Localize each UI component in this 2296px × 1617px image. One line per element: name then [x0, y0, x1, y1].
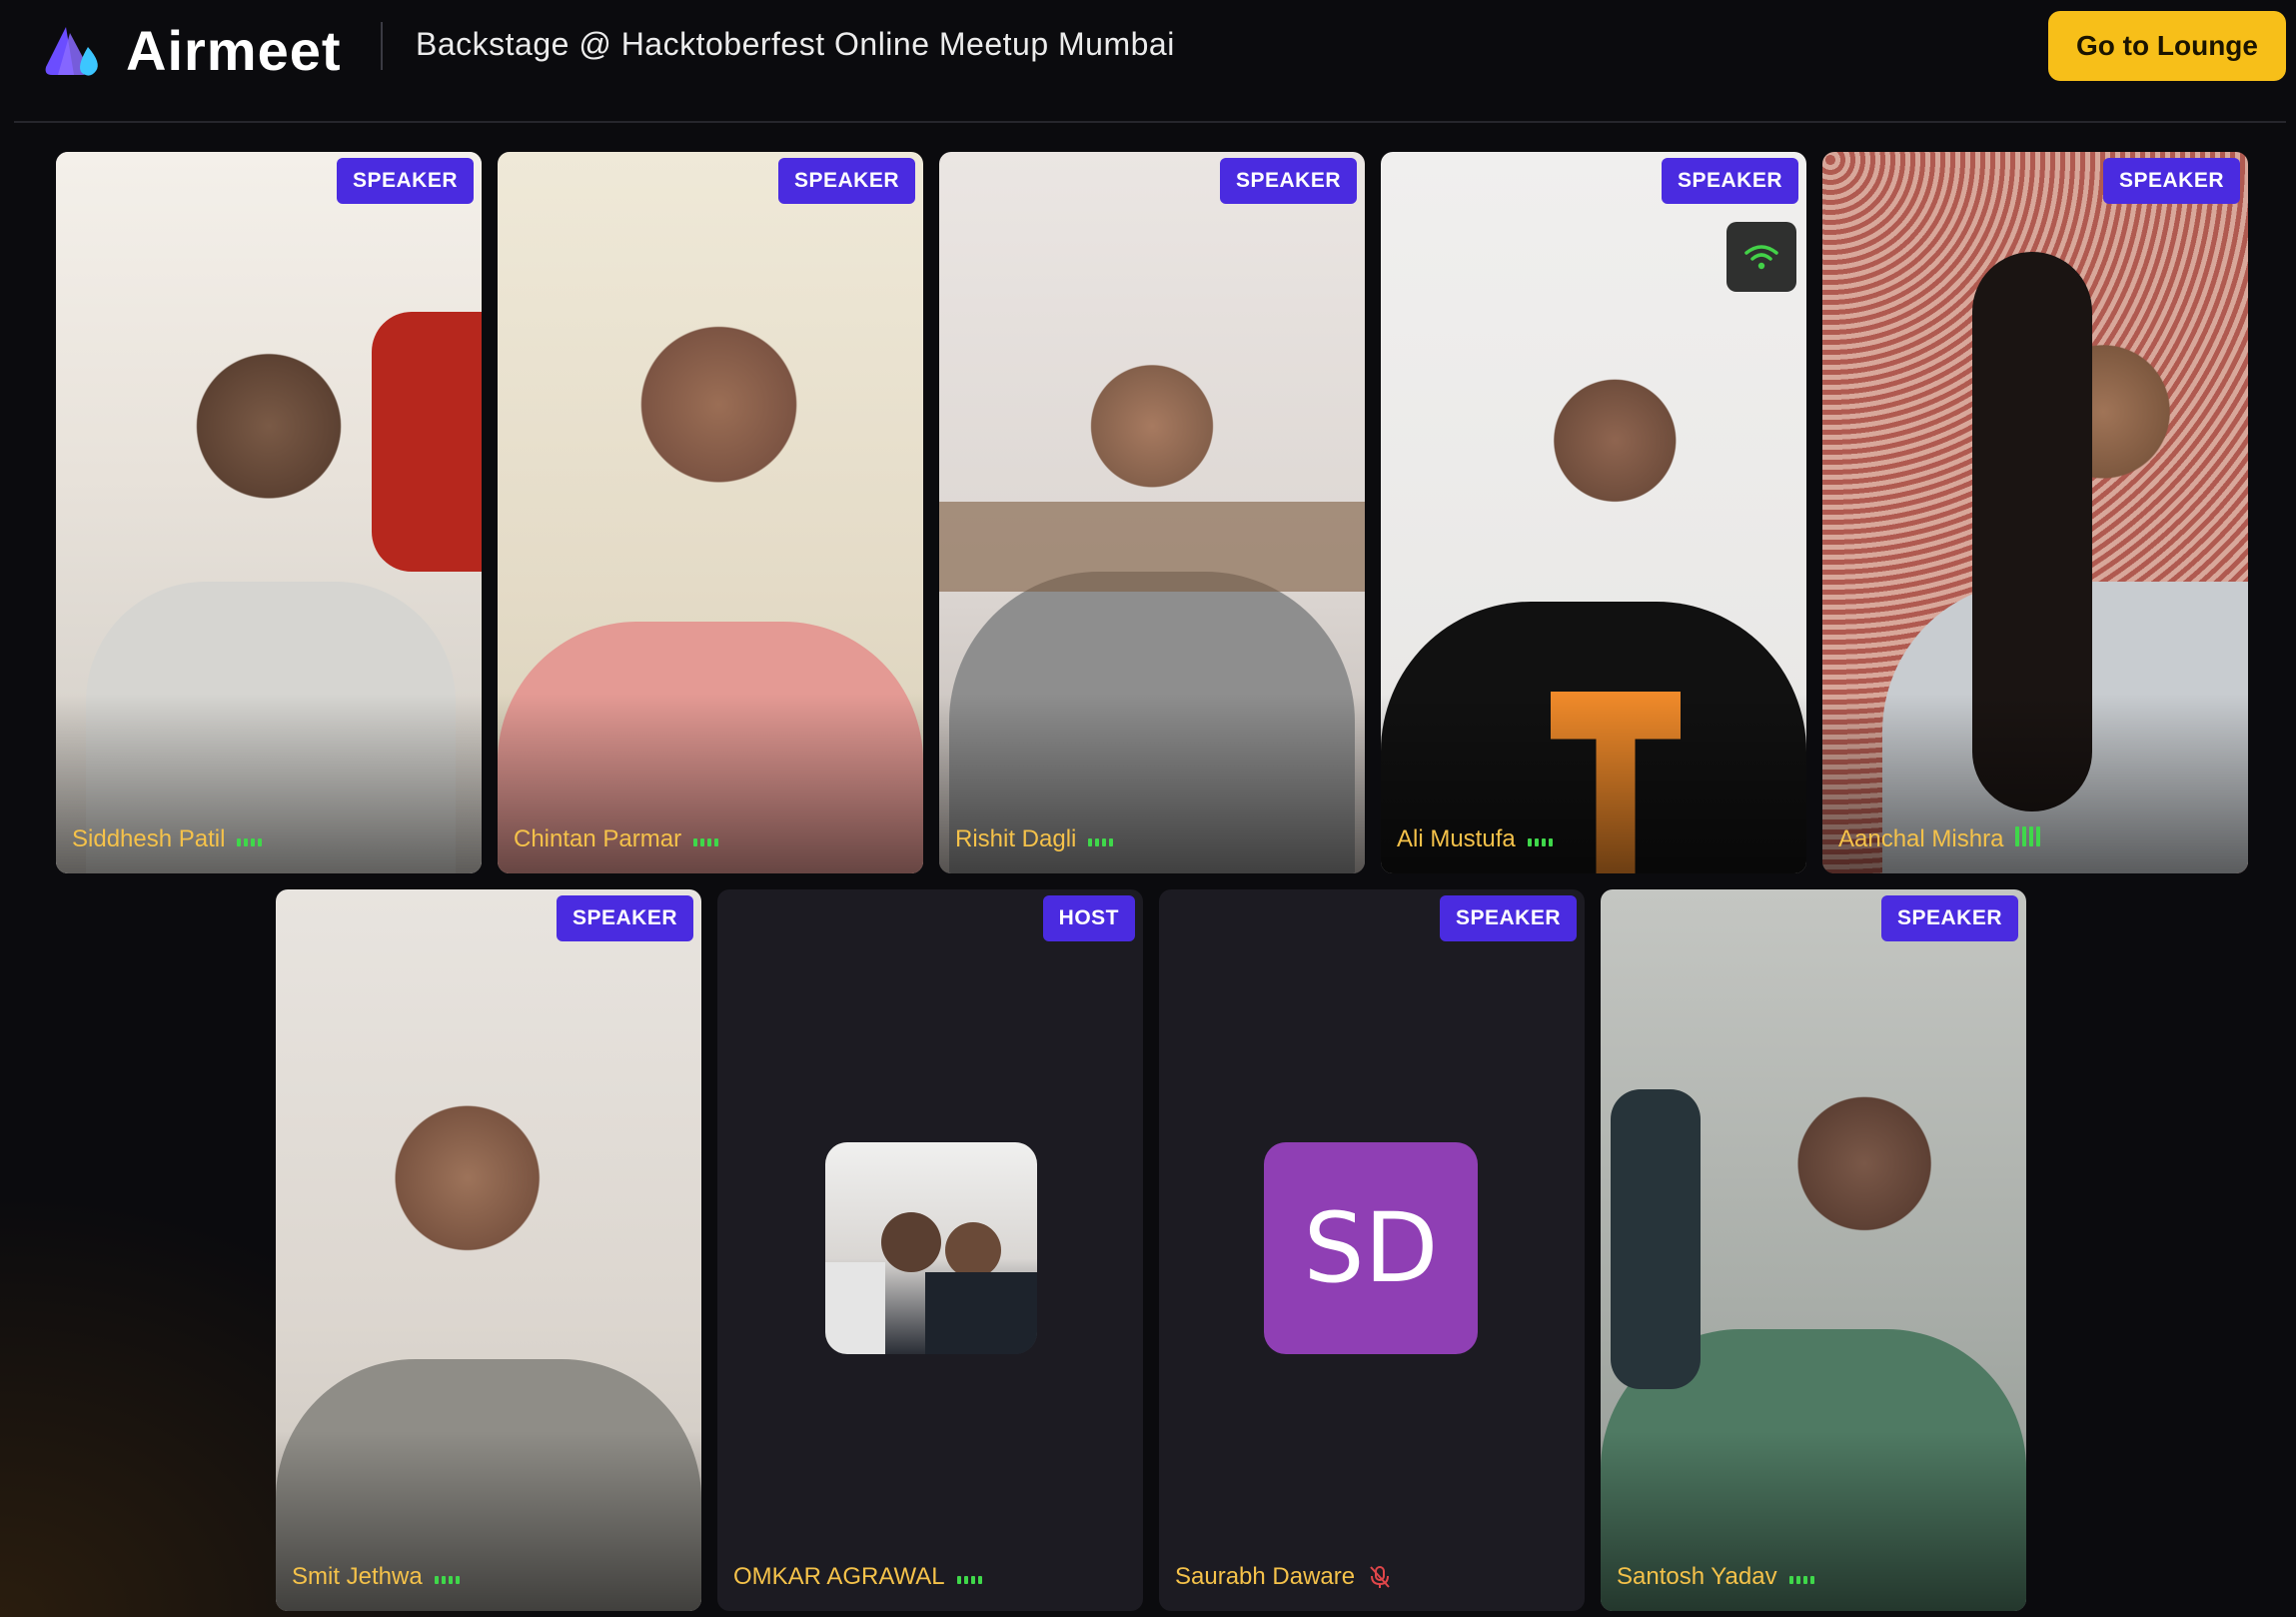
participant-tile[interactable]: SPEAKER Aanchal Mishra	[1822, 152, 2248, 873]
participant-tile[interactable]: SPEAKER Ali Mustufa	[1381, 152, 1806, 873]
participant-tile[interactable]: SPEAKER Siddhesh Patil	[56, 152, 482, 873]
audio-level-icon	[1527, 832, 1553, 846]
participant-tile[interactable]: SPEAKER Chintan Parmar	[498, 152, 923, 873]
participant-tile[interactable]: SD SPEAKER Saurabh Daware	[1159, 889, 1585, 1611]
role-badge: SPEAKER	[1661, 158, 1798, 204]
wifi-icon	[1726, 222, 1796, 292]
top-bar: Airmeet Backstage @ Hacktoberfest Online…	[0, 0, 2296, 120]
audio-level-icon	[693, 832, 719, 846]
participant-name: Siddhesh Patil	[72, 825, 226, 852]
participant-name: OMKAR AGRAWAL	[733, 1563, 945, 1590]
participant-name: Chintan Parmar	[514, 825, 682, 852]
participant-name-row: Aanchal Mishra	[1838, 825, 2041, 853]
participant-tile[interactable]: SPEAKER Rishit Dagli	[939, 152, 1365, 873]
header-divider	[381, 22, 383, 70]
participant-name: Smit Jethwa	[292, 1563, 423, 1590]
role-badge: SPEAKER	[1219, 158, 1357, 204]
participant-name-row: Ali Mustufa	[1397, 825, 1553, 853]
audio-level-icon	[237, 832, 263, 846]
participant-name-row: OMKAR AGRAWAL	[733, 1563, 982, 1591]
video-feed	[498, 152, 923, 873]
video-feed	[1822, 152, 2248, 873]
role-badge: SPEAKER	[777, 158, 915, 204]
audio-level-icon	[1088, 832, 1114, 846]
video-feed	[939, 152, 1365, 873]
participant-name-row: Siddhesh Patil	[72, 825, 263, 853]
video-feed	[276, 889, 701, 1611]
event-title: Backstage @ Hacktoberfest Online Meetup …	[416, 26, 1175, 62]
mic-muted-icon	[1370, 1566, 1390, 1588]
role-badge: SPEAKER	[1880, 895, 2018, 941]
role-badge: SPEAKER	[1439, 895, 1577, 941]
participant-name-row: Smit Jethwa	[292, 1563, 460, 1591]
participant-name-row: Saurabh Daware	[1175, 1563, 1393, 1591]
participant-name: Saurabh Daware	[1175, 1563, 1356, 1590]
participant-tile[interactable]: HOST OMKAR AGRAWAL	[717, 889, 1143, 1611]
participant-name-row: Chintan Parmar	[514, 825, 719, 853]
participant-name: Ali Mustufa	[1397, 825, 1516, 852]
participant-tile[interactable]: SPEAKER Smit Jethwa	[276, 889, 701, 1611]
airmeet-logo-icon	[45, 26, 98, 76]
go-to-lounge-button[interactable]: Go to Lounge	[2048, 11, 2286, 81]
role-badge: SPEAKER	[556, 895, 693, 941]
avatar-initials: SD	[1264, 1142, 1478, 1354]
audio-level-icon	[956, 1570, 982, 1584]
header-rule	[14, 121, 2286, 123]
video-feed	[56, 152, 482, 873]
video-feed	[1601, 889, 2026, 1611]
role-badge: SPEAKER	[336, 158, 474, 204]
airmeet-logo[interactable]: Airmeet	[44, 18, 342, 83]
profile-photo	[825, 1142, 1037, 1354]
app-name: Airmeet	[126, 19, 342, 82]
audio-level-icon	[434, 1570, 460, 1584]
participant-name: Aanchal Mishra	[1838, 825, 2004, 852]
participant-name-row: Rishit Dagli	[955, 825, 1114, 853]
participant-tile[interactable]: SPEAKER Santosh Yadav	[1601, 889, 2026, 1611]
role-badge: HOST	[1042, 895, 1135, 941]
participant-name: Rishit Dagli	[955, 825, 1077, 852]
role-badge: SPEAKER	[2102, 158, 2240, 204]
participant-name-row: Santosh Yadav	[1617, 1563, 1814, 1591]
audio-level-icon	[2015, 826, 2041, 846]
audio-level-icon	[1788, 1570, 1814, 1584]
participant-name: Santosh Yadav	[1617, 1563, 1777, 1590]
